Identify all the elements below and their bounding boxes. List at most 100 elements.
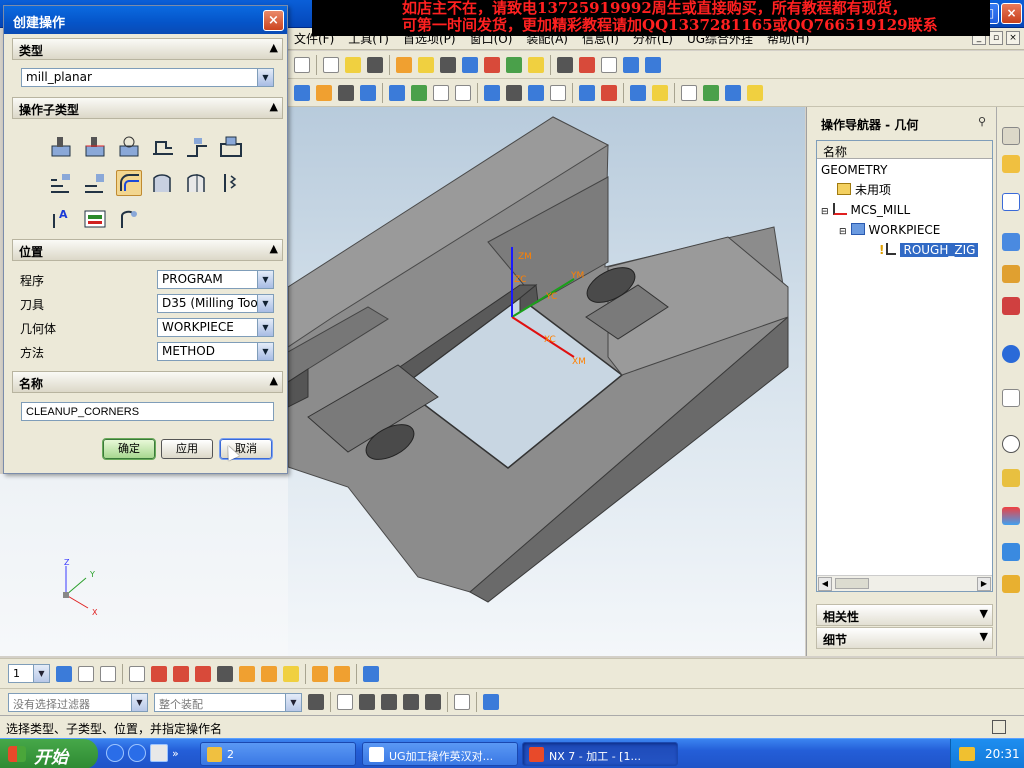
drill-icon[interactable] <box>363 665 379 682</box>
face-rule-icon[interactable] <box>381 694 397 710</box>
box-icon[interactable] <box>623 56 639 73</box>
move-layer-icon[interactable] <box>78 665 94 682</box>
type-filter-combo[interactable]: 没有选择过滤器 ▼ <box>8 692 148 712</box>
subtype-finish-walls-icon[interactable] <box>150 170 176 196</box>
monitor-icon[interactable] <box>367 56 383 73</box>
body-rule-icon[interactable] <box>403 694 419 710</box>
subtype-rough-zigzag-icon[interactable] <box>82 170 108 196</box>
reuse-library-icon[interactable] <box>1002 265 1020 283</box>
subtype-mill-control-icon[interactable] <box>82 206 108 232</box>
dialog-close-icon[interactable]: × <box>263 10 284 31</box>
subtype-planar-text-icon[interactable]: A <box>48 206 74 232</box>
history-icon[interactable] <box>1002 389 1020 407</box>
wcs-icon[interactable] <box>462 56 478 73</box>
subtype-thread-milling-icon[interactable] <box>218 170 244 196</box>
wcs-orient-icon[interactable] <box>217 665 233 682</box>
copy-layer-icon[interactable] <box>100 665 116 682</box>
collapse-icon[interactable]: ⊟ <box>839 227 847 237</box>
tool-select[interactable]: D35 (Milling Tool ▼ <box>157 294 274 313</box>
create-geometry-icon[interactable] <box>338 84 354 101</box>
snap-icon[interactable] <box>418 56 434 73</box>
work-layer-combo[interactable]: 1 ▼ <box>8 664 50 683</box>
hd3d-icon[interactable] <box>1002 297 1020 315</box>
graphics-viewport[interactable]: ZM YM XM ZC YC XC <box>288 107 805 656</box>
close-icon[interactable]: × <box>1001 3 1022 24</box>
group-name[interactable]: 名称 ▲ <box>12 371 283 393</box>
geometry-view-icon[interactable] <box>433 84 449 101</box>
scroll-thumb[interactable] <box>835 578 869 589</box>
gear-icon[interactable] <box>308 694 324 710</box>
object-display-icon[interactable] <box>703 84 719 101</box>
select-arrow-icon[interactable] <box>129 665 145 682</box>
list-toolpath-icon[interactable] <box>528 84 544 101</box>
layer-icon[interactable] <box>484 56 500 73</box>
subtype-cavity-mill-icon[interactable] <box>218 134 244 160</box>
apply-button[interactable]: 应用 <box>161 439 213 459</box>
full-screen-icon[interactable] <box>992 720 1006 734</box>
postprocess-icon[interactable] <box>579 84 595 101</box>
viewport-left-area[interactable]: Z Y X <box>0 474 288 656</box>
measure-icon[interactable] <box>579 56 595 73</box>
web-browser-icon[interactable] <box>1002 345 1020 363</box>
subtype-face-milling-manual-icon[interactable] <box>116 134 142 160</box>
subtype-rough-follow-icon[interactable] <box>48 170 74 196</box>
constraint-navigator-icon[interactable] <box>1002 155 1020 173</box>
system-scenes-icon[interactable] <box>1002 575 1020 593</box>
task-ug-doc[interactable]: UG加工操作英汉对... <box>362 742 518 766</box>
select-icon[interactable] <box>294 56 310 73</box>
generate-toolpath-icon[interactable] <box>484 84 500 101</box>
workpiece-icon[interactable] <box>652 84 668 101</box>
collapse-icon[interactable]: ⊟ <box>821 207 829 217</box>
method-view-icon[interactable] <box>455 84 471 101</box>
point-icon[interactable] <box>557 56 573 73</box>
system-materials-icon[interactable] <box>1002 469 1020 487</box>
assembly-navigator-icon[interactable] <box>1002 127 1020 145</box>
tree-node-mcs-mill[interactable]: ⊟ MCS_MILL <box>821 200 910 220</box>
mdi-restore-icon[interactable]: ▫ <box>989 31 1003 45</box>
subtype-face-milling-area-icon[interactable] <box>48 134 74 160</box>
wcs-dynamic-icon[interactable] <box>173 665 189 682</box>
wcs-rotate-icon[interactable] <box>195 665 211 682</box>
layer-settings-icon[interactable] <box>56 665 72 682</box>
task-nx7[interactable]: NX 7 - 加工 - [1... <box>522 742 678 766</box>
rectangle-select-icon[interactable] <box>454 694 470 710</box>
pencil-icon[interactable] <box>334 665 350 682</box>
task-folder-2[interactable]: 2 <box>200 742 356 766</box>
scroll-left-icon[interactable]: ◀ <box>818 577 832 591</box>
edit-display-icon[interactable] <box>747 84 763 101</box>
subtype-face-milling-icon[interactable] <box>82 134 108 160</box>
create-program-icon[interactable] <box>294 84 310 101</box>
start-button[interactable]: 开始 <box>0 739 98 768</box>
verify-toolpath-icon[interactable] <box>550 84 566 101</box>
machine-tool-view-icon[interactable] <box>411 84 427 101</box>
method-select[interactable]: METHOD ▼ <box>157 342 274 361</box>
palette-icon[interactable] <box>1002 507 1020 525</box>
subtype-cleanup-corners-icon[interactable] <box>116 170 142 196</box>
operation-navigator-icon[interactable] <box>630 84 646 101</box>
column-header-name[interactable]: 名称 <box>817 141 992 159</box>
section-details[interactable]: 细节 ▼ <box>816 627 993 649</box>
type-select[interactable]: mill_planar ▼ <box>21 68 274 87</box>
subtype-finish-floor-icon[interactable] <box>184 170 210 196</box>
pin-icon[interactable]: ⚲ <box>978 115 986 128</box>
curve-rule-icon[interactable] <box>359 694 375 710</box>
tray-app-icon[interactable] <box>959 747 975 761</box>
wcs-save-icon[interactable] <box>261 665 277 682</box>
navigator-tree[interactable]: 名称 GEOMETRY 未用项 ⊟ MCS_MILL ⊟ WORKPIECE ! RO… <box>816 140 993 592</box>
tree-node-workpiece[interactable]: ⊟ WORKPIECE <box>839 220 940 240</box>
operation-name-input[interactable] <box>21 402 274 421</box>
tree-node-rough-zig[interactable]: ! ROUGH_ZIG <box>879 240 979 260</box>
path-display-icon[interactable] <box>725 84 741 101</box>
wcs-origin-icon[interactable] <box>151 665 167 682</box>
program-select[interactable]: PROGRAM ▼ <box>157 270 274 289</box>
program-order-view-icon[interactable] <box>389 84 405 101</box>
ie-icon[interactable] <box>106 744 124 762</box>
group-location[interactable]: 位置 ▲ <box>12 239 283 261</box>
crosshair-icon[interactable] <box>440 56 456 73</box>
subtype-planar-mill-icon[interactable] <box>150 134 176 160</box>
ie2-icon[interactable] <box>128 744 146 762</box>
cylinder-icon[interactable] <box>645 56 661 73</box>
info-icon[interactable] <box>323 56 339 73</box>
ok-button[interactable]: 确定 <box>102 438 156 460</box>
selection-scope-combo[interactable]: 整个装配 ▼ <box>154 692 302 712</box>
